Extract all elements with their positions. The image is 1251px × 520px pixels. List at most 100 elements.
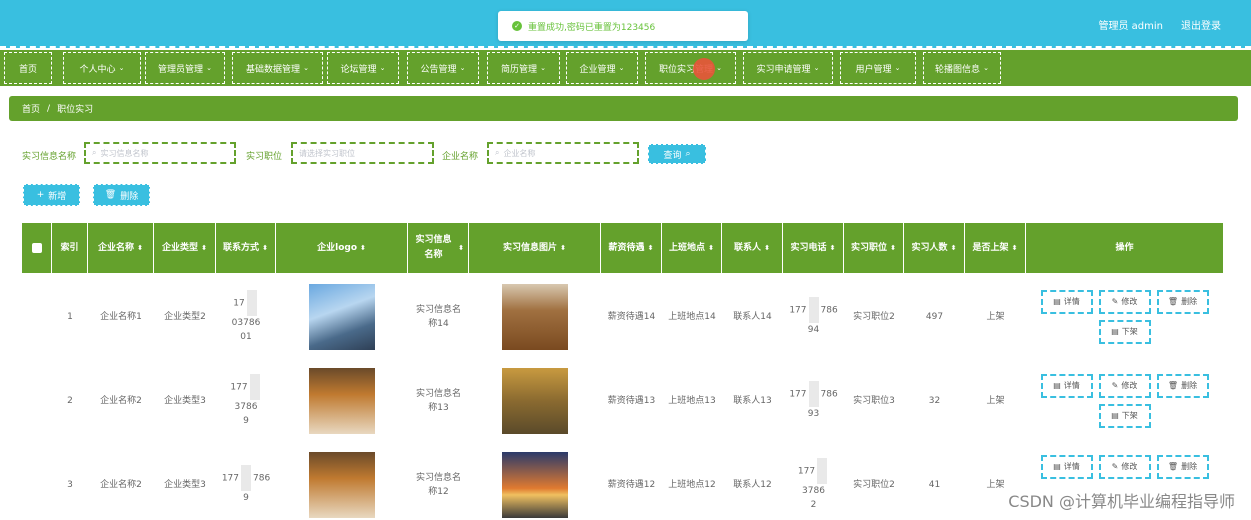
success-toast: ✓ 重置成功,密码已重置为123456 [498,11,748,41]
col-salary[interactable]: 薪资待遇 ⬍ [601,223,662,273]
cell-company-name: 企业名称2 [100,480,142,490]
select-all-checkbox[interactable] [31,243,42,253]
chevron-down-icon: ⌄ [118,64,125,72]
contact-part: 3786 [234,402,258,412]
col-intern-image[interactable]: 实习信息图片 ⬍ [469,223,601,273]
nav-item-resume[interactable]: 简历管理 ⌄ [487,52,560,84]
chevron-down-icon: ⌄ [379,64,386,72]
contact-part: 9 [243,416,249,426]
delete-row-button[interactable]: 🗑 删除 [1156,374,1209,398]
op-label: 下架 [1121,327,1138,336]
op-label: 修改 [1121,462,1138,471]
cell-logo [276,443,408,520]
edit-button[interactable]: ✎ 修改 [1098,290,1151,314]
nav-label: 论坛管理 [340,64,377,75]
cell-company-type: 企业类型3 [164,480,206,490]
phone-part: 177 [789,305,807,316]
breadcrumb-home[interactable]: 首页 [22,102,40,115]
cell-intern-image [469,275,601,359]
col-label: 企业logo [317,242,358,253]
col-count[interactable]: 实习人数 ⬍ [904,223,965,273]
query-button[interactable]: 查询 ⌕ [648,144,706,164]
col-location[interactable]: 上班地点 ⬍ [662,223,722,273]
col-intern-name[interactable]: 实习信息名称 ⬍ [408,223,469,273]
col-company-name[interactable]: 企业名称 ⬍ [88,223,154,273]
cell-contact: 177 786 9 [216,443,276,520]
col-label: 联系方式 [223,242,260,253]
op-label: 详情 [1063,297,1080,306]
breadcrumb: 首页 / 职位实习 [9,96,1238,121]
col-label: 实习电话 [790,242,827,253]
company-logo-image[interactable] [309,452,375,518]
nav-item-admins[interactable]: 管理员管理 ⌄ [145,52,225,84]
nav-item-application[interactable]: 实习申请管理 ⌄ [743,52,833,84]
trash-icon: 🗑 [1167,462,1179,471]
cell-phone: 177 3786 2 [783,443,844,520]
cell-contact: 17 03786 01 [216,275,276,359]
offshelf-button[interactable]: ▤ 下架 [1098,404,1151,428]
nav-label: 企业管理 [579,64,616,75]
add-button[interactable]: + 新增 [23,184,80,206]
intern-image[interactable] [502,452,568,518]
delete-row-button[interactable]: 🗑 删除 [1156,455,1209,479]
document-icon: ▤ [1053,462,1061,471]
document-icon: ▤ [1111,327,1119,336]
nav-item-carousel[interactable]: 轮播图信息 ⌄ [923,52,1001,84]
edit-button[interactable]: ✎ 修改 [1098,374,1151,398]
col-label: 联系人 [734,242,762,253]
cell-phone: 177 786 94 [783,275,844,359]
nav-item-internship[interactable]: 职位实习管理 ⌄ [645,52,736,84]
col-logo[interactable]: 企业logo ⬍ [276,223,408,273]
col-label: 企业类型 [162,242,199,253]
delete-row-button[interactable]: 🗑 删除 [1156,290,1209,314]
intern-image[interactable] [502,368,568,434]
table-header: 索引 企业名称 ⬍ 企业类型 ⬍ 联系方式 ⬍ 企业logo ⬍ 实习信息名称 ⬍ 实习信… [22,223,1223,273]
search-icon: ⌕ [92,148,97,157]
delete-button[interactable]: 🗑 删除 [93,184,150,206]
offshelf-button[interactable]: ▤ 下架 [1098,320,1151,344]
redaction-bar [249,374,260,400]
nav-item-company[interactable]: 企业管理 ⌄ [566,52,638,84]
sort-icon: ⬍ [560,243,566,252]
cell-company-name: 企业名称2 [100,396,142,406]
col-label: 实习人数 [911,242,948,253]
cell-contact-person: 联系人12 [733,480,772,490]
intern-image[interactable] [502,284,568,350]
nav-item-notice[interactable]: 公告管理 ⌄ [407,52,479,84]
cell-intern-name: 实习信息名称14 [415,305,461,329]
contact-part: 03786 [231,318,261,328]
detail-button[interactable]: ▤ 详情 [1040,290,1093,314]
nav-item-profile[interactable]: 个人中心 ⌄ [63,52,141,84]
col-company-type[interactable]: 企业类型 ⬍ [154,223,216,273]
nav-item-basedata[interactable]: 基础数据管理 ⌄ [232,52,323,84]
col-contact[interactable]: 联系方式 ⬍ [216,223,276,273]
company-name-input[interactable]: ⌕ 企业名称 [487,142,639,164]
cell-contact-person: 联系人13 [733,396,772,406]
contact-part: 177 [230,382,248,393]
intern-name-input[interactable]: ⌕ 实习信息名称 [84,142,236,164]
nav-label: 个人中心 [79,64,116,75]
detail-button[interactable]: ▤ 详情 [1040,455,1093,479]
position-select[interactable]: 请选择实习职位 [291,142,434,164]
col-contact-person[interactable]: 联系人 ⬍ [722,223,783,273]
plus-icon: + [36,190,45,200]
edit-button[interactable]: ✎ 修改 [1098,455,1151,479]
op-label: 详情 [1063,462,1080,471]
contact-part: 177 [221,473,239,484]
cell-intern-name: 实习信息名称13 [415,389,461,413]
phone-part: 3786 [802,486,825,496]
phone-part: 4 [813,325,820,335]
nav-item-home[interactable]: 首页 [4,52,52,84]
nav-item-forum[interactable]: 论坛管理 ⌄ [327,52,399,84]
col-position[interactable]: 实习职位 ⬍ [844,223,904,273]
pencil-icon: ✎ [1111,462,1119,471]
nav-item-users[interactable]: 用户管理 ⌄ [840,52,916,84]
logout-link[interactable]: 退出登录 [1181,17,1221,32]
nav-label: 首页 [18,64,37,75]
company-logo-image[interactable] [309,368,375,434]
company-logo-image[interactable] [309,284,375,350]
col-listed[interactable]: 是否上架 ⬍ [965,223,1026,273]
col-phone[interactable]: 实习电话 ⬍ [783,223,844,273]
chevron-down-icon: ⌄ [303,64,309,72]
detail-button[interactable]: ▤ 详情 [1040,374,1093,398]
